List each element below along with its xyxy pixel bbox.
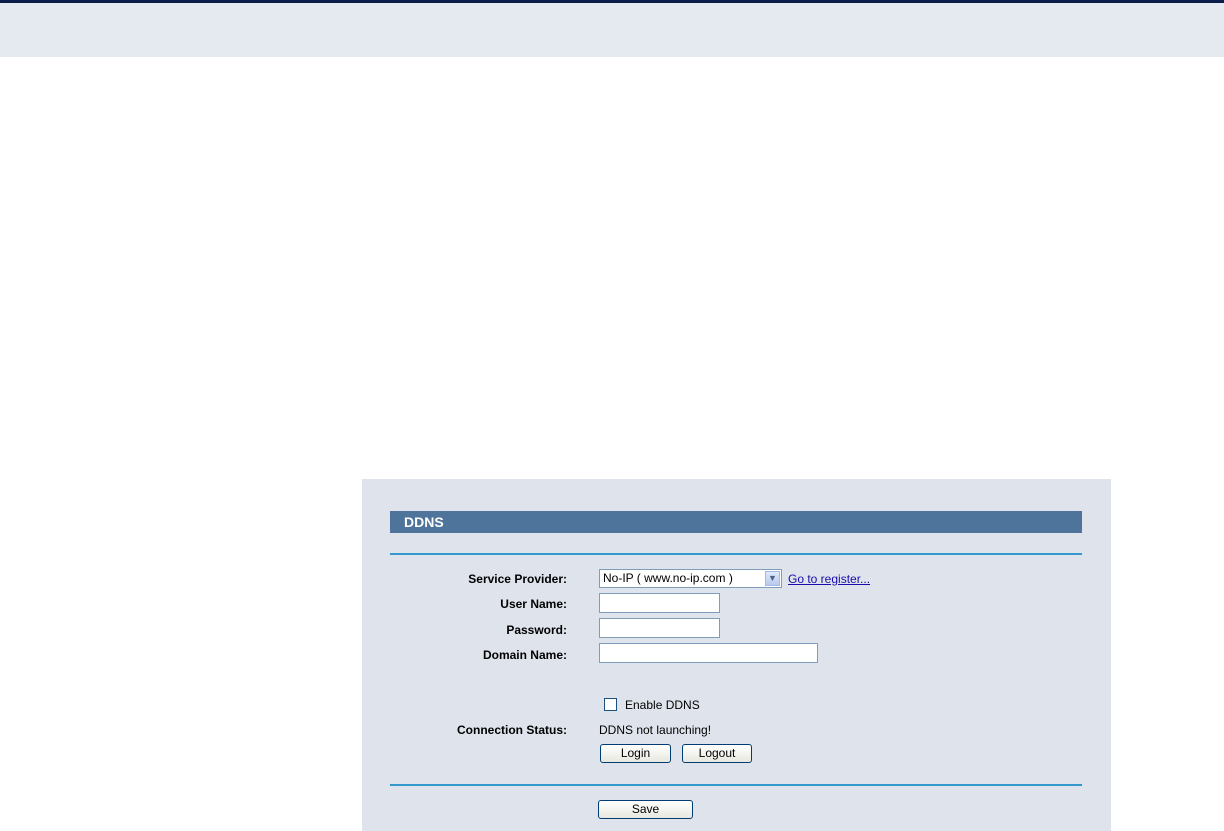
chevron-down-icon[interactable]: ▼ (765, 571, 780, 586)
section-title: DDNS (390, 511, 1082, 533)
logout-button[interactable]: Logout (682, 744, 752, 763)
domain-name-input[interactable] (599, 643, 818, 663)
user-name-label: User Name: (500, 597, 567, 611)
divider-bottom (390, 784, 1082, 786)
divider-top (390, 553, 1082, 555)
save-button[interactable]: Save (598, 800, 693, 819)
connection-status-value: DDNS not launching! (599, 723, 712, 737)
domain-name-label: Domain Name: (482, 648, 567, 662)
service-provider-select[interactable]: No-IP ( www.no-ip.com ) ▼ (599, 569, 782, 588)
header-band (0, 3, 1224, 57)
ddns-panel: DDNS Service Provider: No-IP ( www.no-ip… (362, 479, 1111, 831)
password-label: Password: (506, 623, 567, 637)
user-name-input[interactable] (599, 593, 720, 613)
enable-ddns-label: Enable DDNS (625, 698, 700, 712)
login-button[interactable]: Login (600, 744, 671, 763)
enable-ddns-checkbox[interactable] (604, 698, 617, 711)
service-provider-label: Service Provider: (468, 572, 567, 586)
go-to-register-link[interactable]: Go to register... (788, 572, 870, 586)
connection-status-label: Connection Status: (457, 723, 567, 737)
password-input[interactable] (599, 618, 720, 638)
service-provider-selected: No-IP ( www.no-ip.com ) (603, 571, 733, 585)
